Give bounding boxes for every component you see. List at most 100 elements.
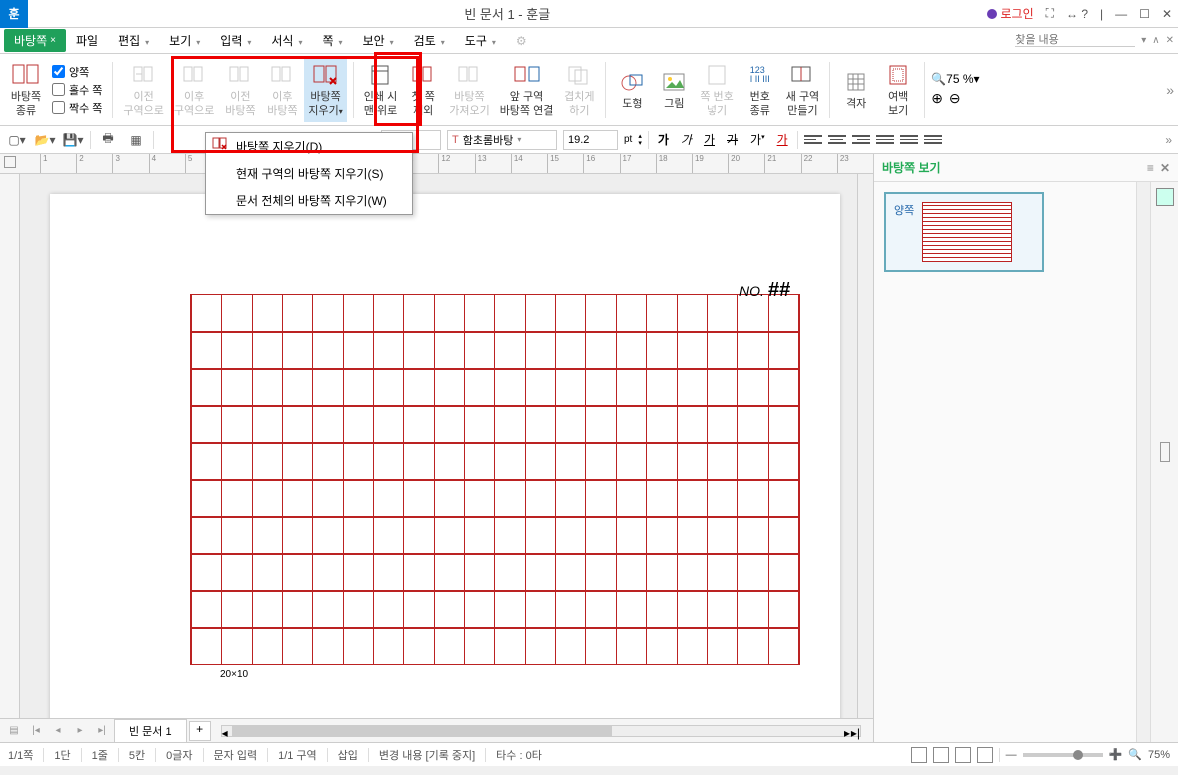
ribbon-expand[interactable]: » — [1166, 82, 1174, 98]
align-left-button[interactable] — [804, 132, 822, 148]
search-input[interactable] — [1015, 34, 1135, 47]
fontsize-unit: pt — [624, 134, 632, 145]
check-even[interactable]: 짝수 쪽 — [52, 100, 102, 116]
collapse-ribbon[interactable]: ∧ — [1152, 35, 1159, 46]
zoom-combo[interactable]: 🔍75 %▾ — [931, 72, 1031, 86]
tab-next[interactable]: ▸ — [70, 725, 90, 736]
fontsize-combo[interactable]: 19.2 — [563, 130, 618, 150]
grid-icon — [842, 68, 870, 96]
divider-icon: | — [1094, 7, 1109, 21]
strike-button[interactable]: 가 — [724, 131, 741, 148]
align-justify-button[interactable] — [876, 132, 894, 148]
view-mode-1[interactable] — [911, 747, 927, 763]
align-dist-button[interactable] — [900, 132, 918, 148]
save-button[interactable]: 💾▾ — [62, 129, 84, 151]
menu-format[interactable]: 서식 — [261, 29, 312, 52]
horizontal-ruler[interactable]: 1234567891011121314151617181920212223 — [0, 154, 873, 174]
tab-last[interactable]: ▸| — [92, 725, 112, 736]
zoom-slider[interactable] — [1023, 753, 1103, 757]
view-mode-4[interactable] — [977, 747, 993, 763]
close-button[interactable]: ✕ — [1156, 7, 1178, 21]
bg-type-button[interactable]: 바탕쪽 종류 — [6, 58, 46, 122]
zoom-in-icon[interactable]: ⊕ — [931, 90, 943, 107]
login-button[interactable]: 로그인 — [981, 5, 1040, 22]
menu-more[interactable]: ⚙ — [506, 31, 537, 51]
menu-review[interactable]: 검토 — [404, 29, 455, 52]
side-icon-1[interactable] — [1156, 188, 1174, 206]
new-doc-button[interactable]: ▢▾ — [6, 129, 28, 151]
print-button[interactable]: 🖶 — [97, 129, 119, 151]
panel-menu-icon[interactable]: ≡ — [1147, 161, 1154, 175]
page[interactable]: NO. ## 20×10 — [50, 194, 840, 718]
panel-scrollbar[interactable] — [1136, 182, 1150, 742]
check-odd[interactable]: 홀수 쪽 — [52, 82, 102, 98]
collapse-handle[interactable] — [1160, 442, 1170, 462]
numtype-button[interactable]: 123I II III번호 종류 — [740, 58, 780, 122]
panel-close-icon[interactable]: ✕ — [1160, 161, 1170, 175]
grid-button[interactable]: 격자 — [836, 58, 876, 122]
zoom-fit[interactable]: 🔍 — [1128, 748, 1142, 761]
search-dropdown[interactable]: ▾ — [1141, 35, 1146, 46]
super-button[interactable]: 가▾ — [747, 131, 768, 148]
toolbar-expand[interactable]: » — [1165, 133, 1172, 147]
margin-view-button[interactable]: 여백 보기 — [878, 58, 918, 122]
italic-button[interactable]: 가 — [678, 131, 695, 148]
align-right-button[interactable] — [852, 132, 870, 148]
zoom-in-status[interactable]: ➕ — [1109, 748, 1123, 761]
underline-button[interactable]: 가 — [701, 131, 718, 148]
zoom-out-status[interactable]: — — [1006, 749, 1017, 761]
menu-tools[interactable]: 도구 — [455, 29, 506, 52]
minimize-button[interactable]: — — [1109, 7, 1133, 21]
menu-view[interactable]: 보기 — [159, 29, 210, 52]
close-ribbon[interactable]: ✕ — [1166, 35, 1174, 46]
ruler-corner[interactable] — [4, 156, 16, 168]
status-track: 변경 내용 [기록 중지] — [379, 747, 475, 763]
align-center-button[interactable] — [828, 132, 846, 148]
erase-bg-item[interactable]: 바탕쪽 지우기(D) — [206, 133, 412, 160]
zoom-out-icon[interactable]: ⊖ — [949, 90, 961, 107]
erase-bg-button[interactable]: 바탕쪽 지우기▾ — [304, 58, 346, 122]
status-section: 1/1 구역 — [278, 747, 317, 763]
fontsize-stepper[interactable]: ▴▾ — [638, 133, 642, 147]
fontcolor-button[interactable]: 가 — [774, 131, 791, 148]
shape-icon — [618, 68, 646, 96]
help-icon[interactable]: ↔ ? — [1060, 7, 1094, 21]
view-mode-2[interactable] — [933, 747, 949, 763]
link-prev-button[interactable]: 앞 구역 바탕쪽 연결 — [496, 58, 558, 122]
maximize-button[interactable]: ☐ — [1133, 7, 1156, 21]
vertical-ruler[interactable] — [0, 174, 20, 718]
erase-section-bg-item[interactable]: 현재 구역의 바탕쪽 지우기(S) — [206, 160, 412, 187]
open-button[interactable]: 📂▾ — [34, 129, 56, 151]
status-char: 5칸 — [129, 747, 145, 763]
new-section-button[interactable]: 새 구역 만들기 — [782, 58, 823, 122]
menu-file[interactable]: 파일 — [66, 29, 108, 52]
tab-menu[interactable]: ▤ — [4, 725, 24, 736]
page-scroll[interactable]: NO. ## 20×10 — [20, 174, 857, 718]
manuscript-grid — [190, 294, 800, 665]
vertical-scrollbar[interactable] — [857, 174, 873, 718]
menu-edit[interactable]: 편집 — [108, 29, 159, 52]
new-tab-button[interactable]: + — [189, 721, 211, 741]
picture-button[interactable]: 그림 — [654, 58, 694, 122]
shape-button[interactable]: 도형 — [612, 58, 652, 122]
fullscreen-icon[interactable]: ⛶ — [1040, 6, 1060, 21]
font-combo[interactable]: T함초롬바탕▾ — [447, 130, 557, 150]
doc-tab[interactable]: 빈 문서 1 — [114, 719, 187, 742]
preview-button[interactable]: ▦ — [125, 129, 147, 151]
prev-bg-button: 이전 바탕쪽 — [220, 58, 260, 122]
bg-thumbnail[interactable]: 양쪽 — [884, 192, 1044, 272]
menu-page[interactable]: 쪽 — [313, 29, 353, 52]
bold-button[interactable]: 가 — [655, 131, 672, 148]
tab-first[interactable]: |◂ — [26, 725, 46, 736]
view-mode-3[interactable] — [955, 747, 971, 763]
horizontal-scrollbar[interactable]: ◂▸▸| — [221, 725, 861, 737]
check-both[interactable]: 양쪽 — [52, 64, 102, 80]
erase-all-bg-item[interactable]: 문서 전체의 바탕쪽 지우기(W) — [206, 187, 412, 214]
align-full-button[interactable] — [924, 132, 942, 148]
menu-security[interactable]: 보안 — [353, 29, 404, 52]
tab-prev[interactable]: ◂ — [48, 725, 68, 736]
next-bg-button: 이후 바탕쪽 — [262, 58, 302, 122]
tab-batangjjok[interactable]: 바탕쪽× — [4, 29, 66, 52]
menu-input[interactable]: 입력 — [210, 29, 261, 52]
bg-type-icon — [12, 61, 40, 89]
